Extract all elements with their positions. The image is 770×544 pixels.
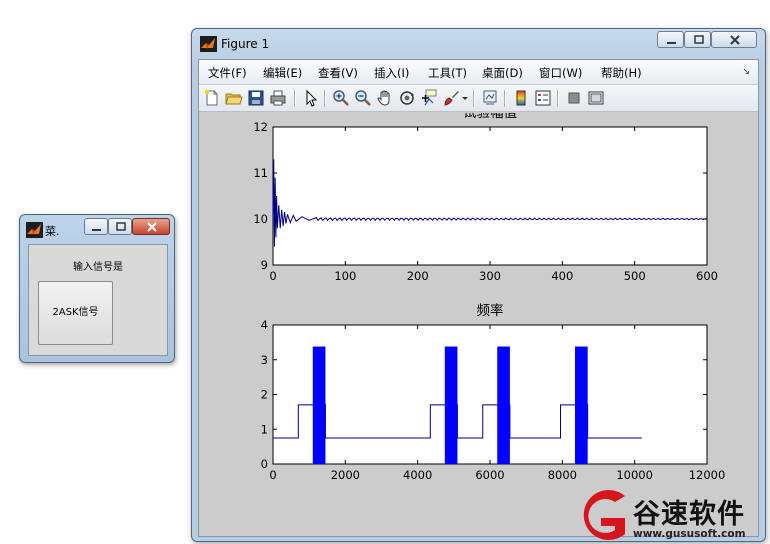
- figure-client: 文件(F) 编辑(E) 查看(V) 插入(I) 工具(T) 桌面(D) 窗口(W…: [198, 59, 759, 537]
- toolbar-separator: [557, 90, 558, 107]
- hide-plot-tools-icon[interactable]: [565, 89, 583, 107]
- axes-2: 频率 0 2000 4000 6000 8000 10000 12000 0 1 2 3 4: [261, 302, 726, 482]
- menu-edit[interactable]: 编辑(E): [263, 65, 302, 81]
- close-icon: [147, 222, 157, 232]
- x-tick-label: 200: [407, 269, 429, 283]
- menu-help[interactable]: 帮助(H): [601, 65, 642, 81]
- frequency-burst: [312, 346, 326, 464]
- figure-title: Figure 1: [221, 37, 270, 51]
- restore-icon: [694, 35, 704, 44]
- print-icon[interactable]: [269, 89, 287, 107]
- menu-window: 菜. 输入信号是 2ASK信号: [19, 214, 175, 363]
- brush-dropdown-icon[interactable]: [461, 89, 469, 107]
- matlab-icon: [200, 36, 217, 52]
- x-tick-label: 12000: [689, 468, 726, 482]
- maximize-button[interactable]: [108, 218, 132, 235]
- close-button[interactable]: [132, 218, 170, 235]
- legend-icon[interactable]: [534, 89, 552, 107]
- axes-1: 试验幅值 0 100 200 300 400 500 600 9 10 11 12: [253, 113, 718, 283]
- x-tick-label: 600: [696, 269, 718, 283]
- data-cursor-icon[interactable]: [420, 89, 438, 107]
- x-tick-label: 0: [269, 269, 276, 283]
- y-tick-label: 1: [261, 422, 268, 436]
- zoom-out-icon[interactable]: [354, 89, 372, 107]
- new-file-icon[interactable]: [203, 89, 221, 107]
- toolbar-separator: [504, 90, 505, 107]
- show-plot-tools-icon[interactable]: [587, 89, 605, 107]
- rotate-3d-icon[interactable]: [398, 89, 416, 107]
- save-icon[interactable]: [247, 89, 265, 107]
- close-icon: [730, 35, 740, 45]
- plot-area: 试验幅值 0 100 200 300 400 500 600 9 10 11 12 频率 0 2000 400…: [199, 113, 758, 536]
- menu-desktop[interactable]: 桌面(D): [482, 65, 523, 81]
- ask-signal-button[interactable]: 2ASK信号: [38, 281, 113, 345]
- menu-window-title: 菜.: [45, 225, 60, 238]
- maximize-button[interactable]: [684, 31, 711, 48]
- x-tick-label: 500: [624, 269, 646, 283]
- y-tick-label: 11: [253, 166, 268, 180]
- brush-icon[interactable]: [442, 89, 460, 107]
- menu-file[interactable]: 文件(F): [208, 65, 247, 81]
- y-tick-label: 9: [261, 258, 268, 272]
- menu-window-client: 输入信号是 2ASK信号: [28, 244, 168, 356]
- minimize-button[interactable]: [84, 218, 108, 235]
- toolbar-separator: [294, 90, 295, 107]
- link-plot-icon[interactable]: [481, 89, 499, 107]
- toolbar-separator: [324, 90, 325, 107]
- y-tick-label: 3: [261, 353, 268, 367]
- frequency-burst: [574, 346, 588, 464]
- minimize-icon: [92, 229, 101, 231]
- matlab-icon: [26, 222, 43, 238]
- y-tick-label: 12: [253, 120, 268, 134]
- figure-plots: 试验幅值0 100 200 300 400 500 6009101112频率0 2000 400…: [253, 113, 726, 482]
- y-tick-label: 2: [261, 388, 268, 402]
- maximize-icon: [116, 222, 126, 231]
- x-tick-label: 0: [269, 468, 276, 482]
- gusu-logo-icon: [583, 490, 625, 540]
- toolbar-separator: [473, 90, 474, 107]
- minimize-button[interactable]: [657, 31, 684, 48]
- colorbar-icon[interactable]: [512, 89, 530, 107]
- x-tick-label: 300: [479, 269, 501, 283]
- menu-bar: 文件(F) 编辑(E) 查看(V) 插入(I) 工具(T) 桌面(D) 窗口(W…: [199, 60, 758, 85]
- axes-title: 试验幅值: [463, 113, 517, 121]
- pan-hand-icon[interactable]: [376, 89, 394, 107]
- close-button[interactable]: [711, 31, 757, 48]
- toolbar: [199, 85, 758, 112]
- pointer-icon[interactable]: [302, 89, 320, 107]
- zoom-in-icon[interactable]: [332, 89, 350, 107]
- frequency-burst: [497, 346, 510, 464]
- y-tick-label: 0: [261, 457, 268, 471]
- menu-insert[interactable]: 插入(I): [374, 65, 409, 81]
- frequency-burst: [444, 346, 458, 464]
- menu-view[interactable]: 查看(V): [318, 65, 358, 81]
- x-tick-label: 8000: [548, 468, 577, 482]
- y-tick-label: 4: [261, 318, 268, 332]
- input-signal-prompt: 输入信号是: [73, 262, 123, 273]
- x-tick-label: 10000: [616, 468, 653, 482]
- minimize-icon: [667, 42, 676, 44]
- watermark-url: www.gususoft.com: [633, 528, 746, 540]
- watermark-brand: 谷速软件: [633, 499, 745, 530]
- menu-tools[interactable]: 工具(T): [428, 65, 467, 81]
- figure-window: Figure 1 文件(F) 编辑(E) 查看(V) 插入(I) 工具(T) 桌…: [191, 28, 766, 542]
- x-tick-label: 2000: [331, 468, 360, 482]
- menu-window[interactable]: 窗口(W): [539, 65, 582, 81]
- menubar-overflow-icon[interactable]: ↘: [742, 67, 750, 77]
- y-tick-label: 10: [253, 212, 268, 226]
- axes-title: 频率: [477, 302, 504, 319]
- watermark: 谷速软件 www.gususoft.com: [567, 486, 770, 544]
- x-tick-label: 100: [334, 269, 356, 283]
- x-tick-label: 6000: [475, 468, 504, 482]
- open-folder-icon[interactable]: [225, 89, 243, 107]
- axes-box: [272, 126, 708, 266]
- x-tick-label: 400: [551, 269, 573, 283]
- x-tick-label: 4000: [403, 468, 432, 482]
- axes-box: [272, 324, 708, 465]
